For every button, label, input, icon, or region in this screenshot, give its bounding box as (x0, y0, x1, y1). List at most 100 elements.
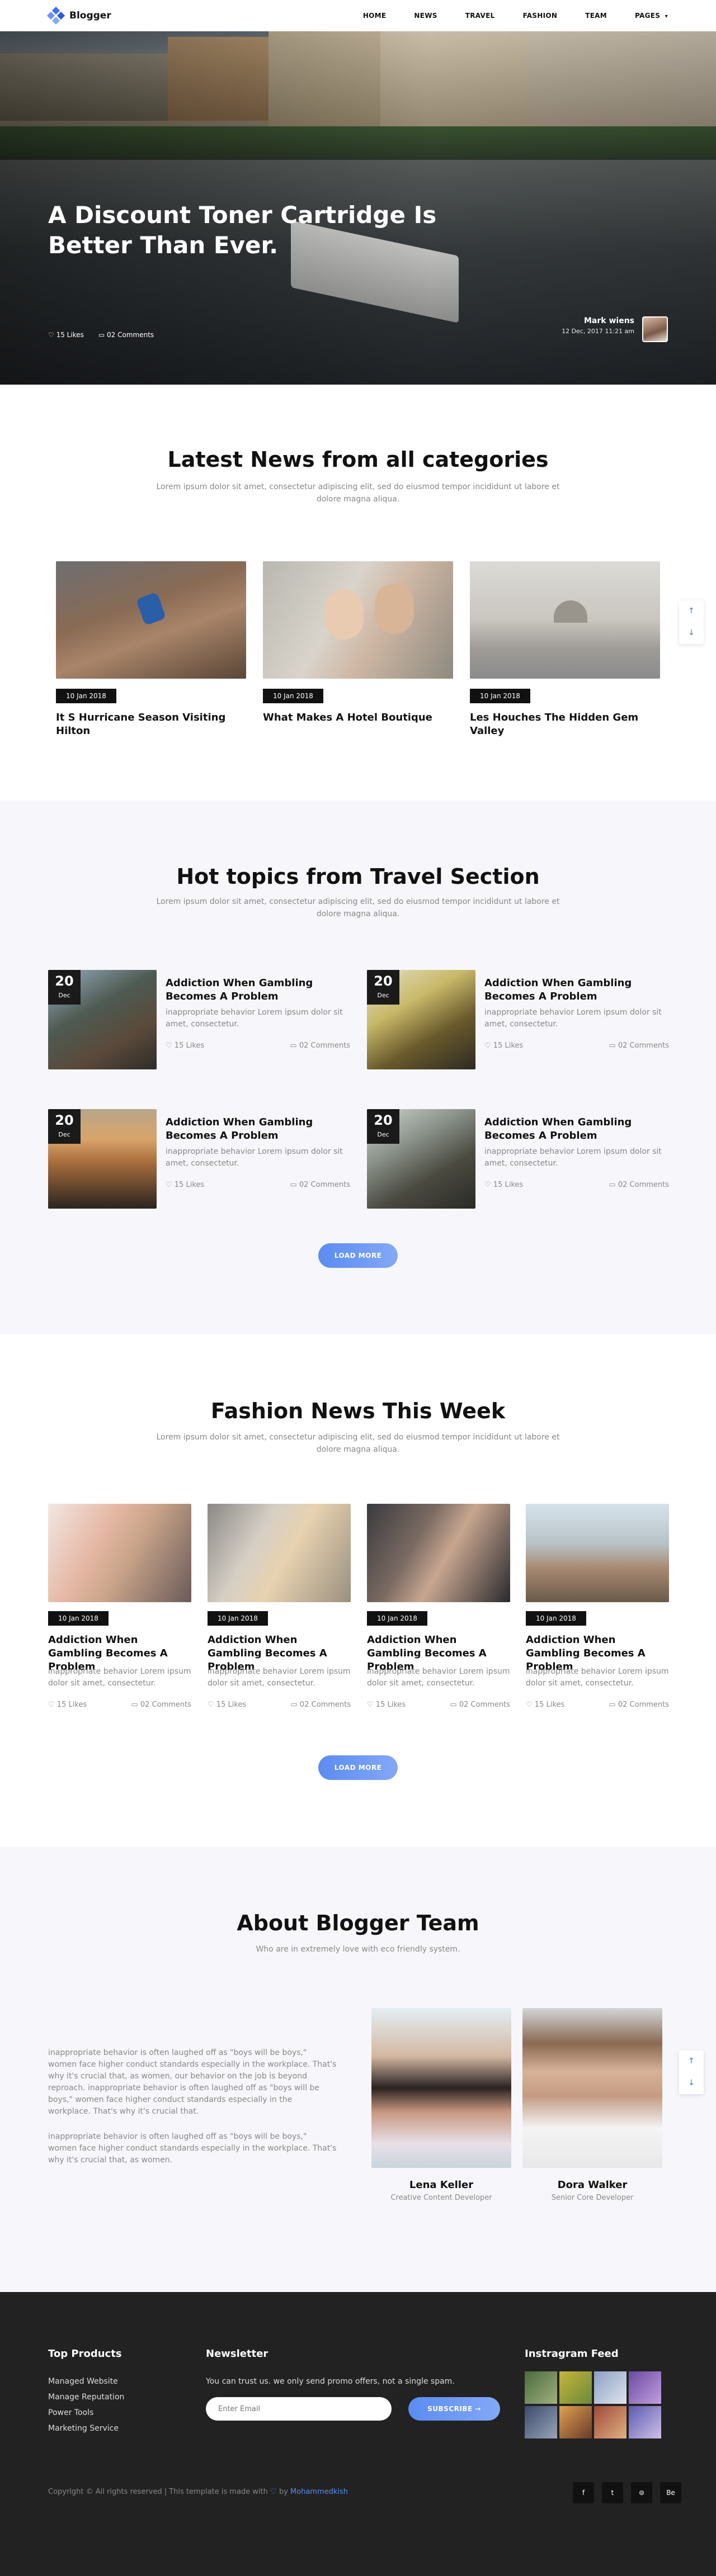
hot-topic-item[interactable]: 20 Dec Addiction When Gambling Becomes A … (367, 970, 669, 1071)
latest-card-title[interactable]: It S Hurricane Season Visiting Hilton (56, 711, 246, 738)
fashion-card[interactable]: 10 Jan 2018 Addiction When Gambling Beco… (367, 1504, 510, 1716)
team-member[interactable]: Dora Walker Senior Core Developer (522, 2008, 662, 2215)
copyright-prefix: Copyright © All rights reserved | This t… (48, 2488, 268, 2496)
hot-topic-image[interactable]: 20 Dec (48, 970, 157, 1069)
hero-title[interactable]: A Discount Toner Cartridge Is Better Tha… (48, 200, 440, 261)
latest-card[interactable]: 10 Jan 2018 It S Hurricane Season Visiti… (56, 561, 246, 737)
copyright-by: by (279, 2488, 288, 2496)
brand-logo[interactable]: Blogger (46, 6, 111, 25)
fashion-card-image[interactable] (48, 1504, 191, 1602)
footer-link[interactable]: Marketing Service (48, 2424, 119, 2433)
team-member-photo[interactable] (522, 2008, 662, 2168)
fashion-card[interactable]: 10 Jan 2018 Addiction When Gambling Beco… (526, 1504, 669, 1716)
instagram-thumb[interactable] (629, 2406, 661, 2438)
likes[interactable]: ♡ 15 Likes (484, 1041, 523, 1050)
hot-load-more-button[interactable]: LOAD MORE (318, 1243, 398, 1268)
instagram-thumb[interactable] (559, 2406, 592, 2438)
instagram-thumb[interactable] (525, 2406, 557, 2438)
comments[interactable]: ▭ 02 Comments (609, 1041, 669, 1050)
footer-link[interactable]: Managed Website (48, 2377, 118, 2386)
arrow-down-icon[interactable]: ↓ (679, 622, 704, 644)
subscribe-button[interactable]: SUBSCRIBE → (408, 2397, 500, 2421)
latest-card[interactable]: 10 Jan 2018 What Makes A Hotel Boutique (263, 561, 453, 723)
hot-topic-image[interactable]: 20 Dec (48, 1109, 157, 1209)
date-tag: 10 Jan 2018 (526, 1611, 586, 1626)
likes-text: 15 Likes (216, 1701, 247, 1709)
fashion-card-image[interactable] (526, 1504, 669, 1602)
comments[interactable]: ▭ 02 Comments (290, 1041, 350, 1050)
nav-pages[interactable]: PAGES ▾ (635, 12, 668, 20)
comments[interactable]: ▭ 02 Comments (131, 1701, 191, 1709)
nav-travel[interactable]: TRAVEL (465, 12, 495, 20)
comments[interactable]: ▭ 02 Comments (290, 1181, 350, 1189)
likes[interactable]: ♡ 15 Likes (48, 1701, 87, 1709)
nav-home[interactable]: HOME (363, 12, 387, 20)
footer-link[interactable]: Manage Reputation (48, 2393, 124, 2402)
twitter-icon[interactable]: t (602, 2482, 623, 2503)
latest-card-title[interactable]: Les Houches The Hidden Gem Valley (470, 711, 660, 738)
latest-card-title[interactable]: What Makes A Hotel Boutique (263, 711, 453, 724)
hot-topic-stats: ♡ 15 Likes ▭ 02 Comments (166, 1181, 350, 1189)
likes[interactable]: ♡ 15 Likes (367, 1701, 406, 1709)
comments[interactable]: ▭ 02 Comments (609, 1701, 669, 1709)
latest-card-image[interactable] (470, 561, 660, 679)
hot-topic-title[interactable]: Addiction When Gambling Becomes A Proble… (166, 977, 350, 1003)
nav-team[interactable]: TEAM (585, 12, 607, 20)
hot-topic-title[interactable]: Addiction When Gambling Becomes A Proble… (484, 1116, 669, 1143)
fashion-card[interactable]: 10 Jan 2018 Addiction When Gambling Beco… (48, 1504, 191, 1716)
heart-icon: ♡ (166, 1181, 172, 1189)
hot-topic-image[interactable]: 20 Dec (367, 970, 475, 1069)
facebook-icon[interactable]: f (573, 2482, 594, 2503)
team-member-photo[interactable] (371, 2008, 511, 2168)
fashion-card-image[interactable] (208, 1504, 351, 1602)
instagram-thumb[interactable] (559, 2371, 592, 2404)
arrow-down-icon[interactable]: ↓ (679, 2072, 704, 2094)
comments[interactable]: ▭ 02 Comments (450, 1701, 510, 1709)
latest-card[interactable]: 10 Jan 2018 Les Houches The Hidden Gem V… (470, 561, 660, 737)
hot-topic-image[interactable]: 20 Dec (367, 1109, 475, 1209)
nav-fashion[interactable]: FASHION (523, 12, 558, 20)
arrow-up-icon[interactable]: ↑ (679, 600, 704, 622)
brand-name: Blogger (69, 10, 111, 21)
likes[interactable]: ♡ 15 Likes (526, 1701, 564, 1709)
likes[interactable]: ♡ 15 Likes (166, 1181, 204, 1189)
hero-author[interactable]: Mark wiens 12 Dec, 2017 11:21 am (562, 316, 668, 342)
hero-comments[interactable]: ▭ 02 Comments (98, 331, 154, 339)
team-member[interactable]: Lena Keller Creative Content Developer (371, 2008, 511, 2215)
hot-topic-title[interactable]: Addiction When Gambling Becomes A Proble… (484, 977, 669, 1003)
arrow-up-icon[interactable]: ↑ (679, 2051, 704, 2072)
author-date: 12 Dec, 2017 11:21 am (562, 328, 634, 335)
date-tag: 10 Jan 2018 (263, 689, 323, 703)
newsletter-email-input[interactable] (206, 2397, 392, 2421)
heart-icon: ♡ (526, 1701, 533, 1709)
hot-topic-item[interactable]: 20 Dec Addiction When Gambling Becomes A … (367, 1109, 669, 1210)
fashion-card[interactable]: 10 Jan 2018 Addiction When Gambling Beco… (208, 1504, 351, 1716)
comments[interactable]: ▭ 02 Comments (609, 1181, 669, 1189)
likes-text: 15 Likes (174, 1041, 205, 1050)
behance-icon[interactable]: Be (660, 2482, 681, 2503)
footer-link[interactable]: Power Tools (48, 2408, 93, 2417)
hot-topic-title[interactable]: Addiction When Gambling Becomes A Proble… (166, 1116, 350, 1143)
fashion-card-image[interactable] (367, 1504, 510, 1602)
likes[interactable]: ♡ 15 Likes (484, 1181, 523, 1189)
instagram-thumb[interactable] (629, 2371, 661, 2404)
fashion-load-more-button[interactable]: LOAD MORE (318, 1755, 398, 1780)
instagram-thumb[interactable] (594, 2371, 626, 2404)
instagram-thumb[interactable] (525, 2371, 557, 2404)
heart-icon: ♡ (270, 2488, 277, 2496)
hot-topic-item[interactable]: 20 Dec Addiction When Gambling Becomes A … (48, 1109, 350, 1210)
likes[interactable]: ♡ 15 Likes (166, 1041, 204, 1050)
hot-topic-item[interactable]: 20 Dec Addiction When Gambling Becomes A … (48, 970, 350, 1071)
fashion-card-desc: inappropriate behavior Lorem ipsum dolor… (48, 1667, 191, 1688)
dribbble-icon[interactable]: ⊚ (631, 2482, 652, 2503)
latest-card-image[interactable] (263, 561, 453, 679)
comments[interactable]: ▭ 02 Comments (290, 1701, 351, 1709)
copyright-author-link[interactable]: Mohammedkish (290, 2488, 348, 2496)
latest-card-image[interactable] (56, 561, 246, 679)
hot-topic-desc: inappropriate behavior Lorem ipsum dolor… (166, 1008, 343, 1029)
hero-likes[interactable]: ♡ 15 Likes (48, 331, 84, 339)
team-member-role: Senior Core Developer (551, 2194, 634, 2202)
nav-news[interactable]: NEWS (414, 12, 437, 20)
instagram-thumb[interactable] (594, 2406, 626, 2438)
likes[interactable]: ♡ 15 Likes (208, 1701, 246, 1709)
